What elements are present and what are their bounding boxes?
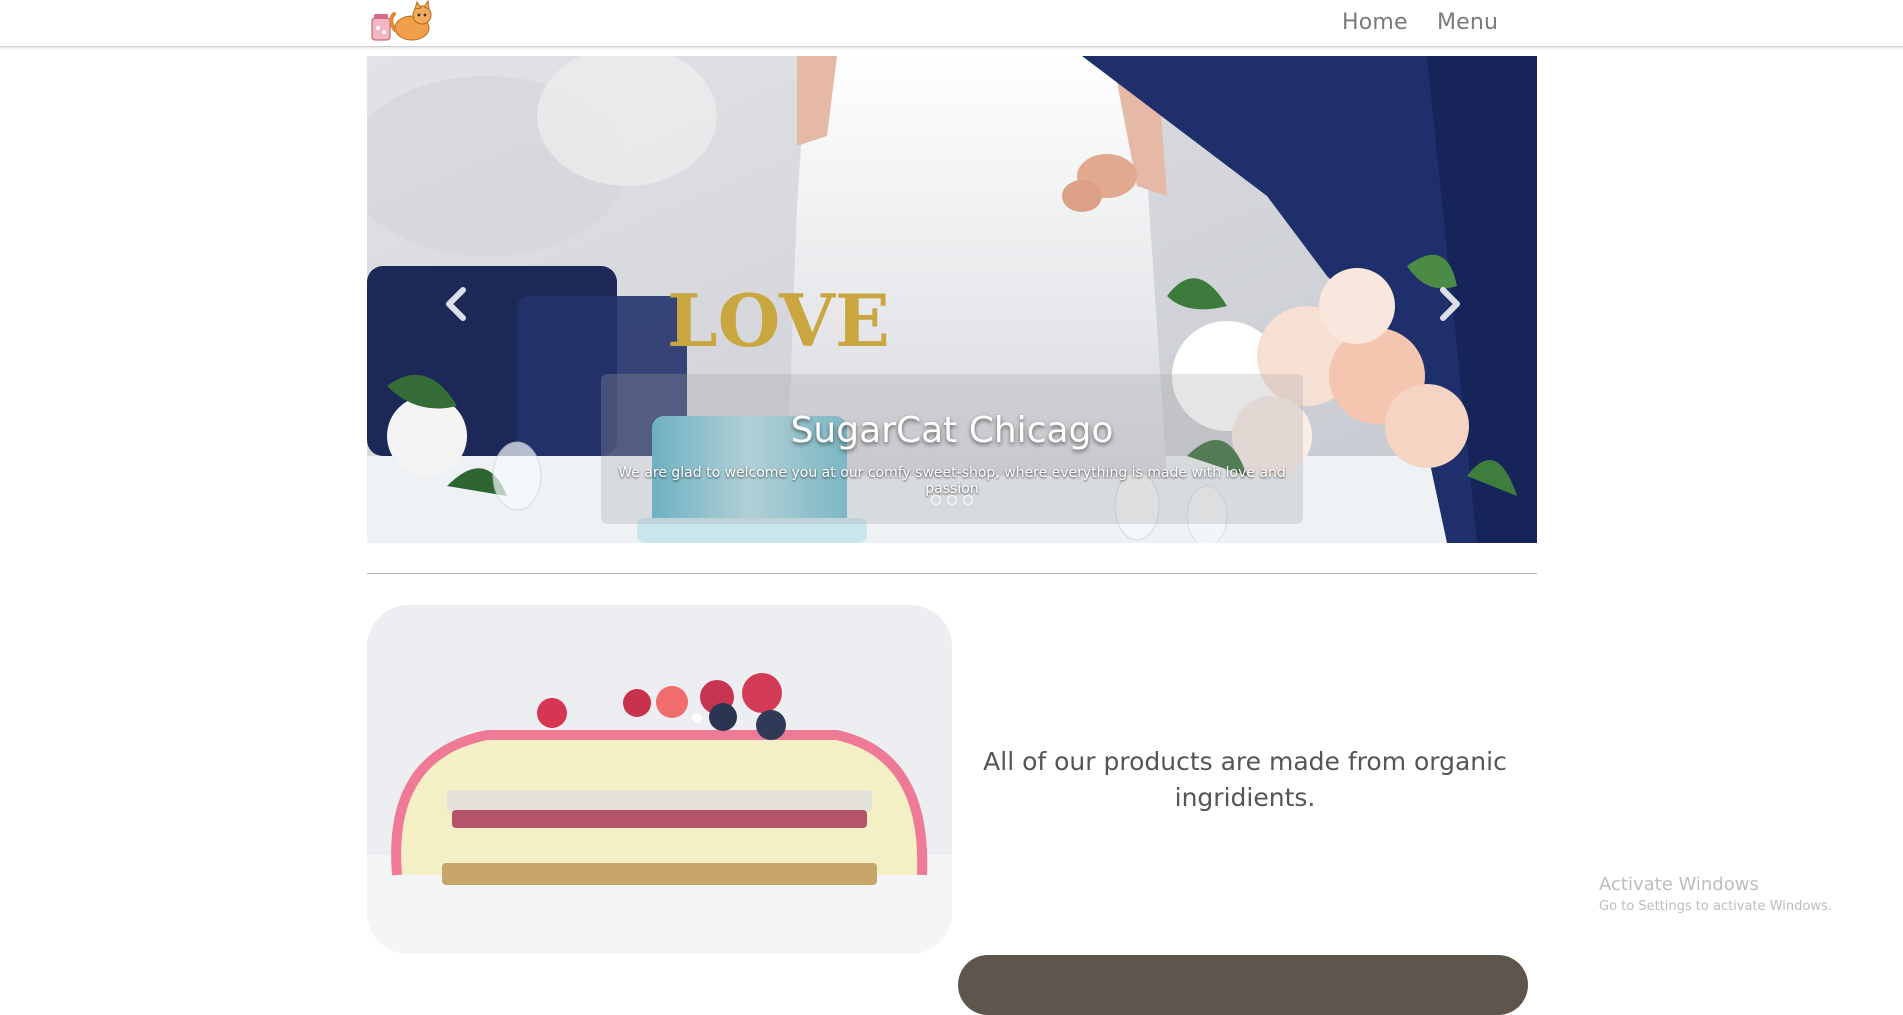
second-feature-image — [958, 955, 1528, 1015]
watermark-title: Activate Windows — [1599, 874, 1759, 895]
carousel-caption: SugarCat Chicago We are glad to welcome … — [601, 374, 1303, 524]
carousel-title: SugarCat Chicago — [790, 410, 1114, 451]
carousel-subtitle: We are glad to welcome you at our comfy … — [618, 465, 1286, 497]
carousel-indicators — [601, 495, 1303, 505]
carousel-indicator-1[interactable] — [931, 495, 941, 505]
feature-description: All of our products are made from organi… — [983, 747, 1507, 812]
top-navbar: Home Menu — [0, 0, 1903, 47]
section-divider — [367, 573, 1537, 574]
carousel-next-arrow-icon[interactable] — [1429, 284, 1469, 324]
nav-link-home[interactable]: Home — [1342, 10, 1408, 35]
love-cake-topper: LOVE — [667, 278, 890, 363]
cake-cross-section-image — [367, 605, 952, 954]
hero-carousel: LOVE SugarCat Chicago We are glad to wel… — [367, 56, 1537, 543]
carousel-prev-arrow-icon[interactable] — [437, 284, 477, 324]
nav-link-menu[interactable]: Menu — [1437, 10, 1498, 35]
watermark-subtitle: Go to Settings to activate Windows. — [1599, 899, 1832, 914]
carousel-indicator-3[interactable] — [963, 495, 973, 505]
sugarcat-logo[interactable] — [370, 0, 438, 42]
windows-activation-watermark: Activate Windows Go to Settings to activ… — [1599, 874, 1832, 914]
carousel-indicator-2[interactable] — [947, 495, 957, 505]
